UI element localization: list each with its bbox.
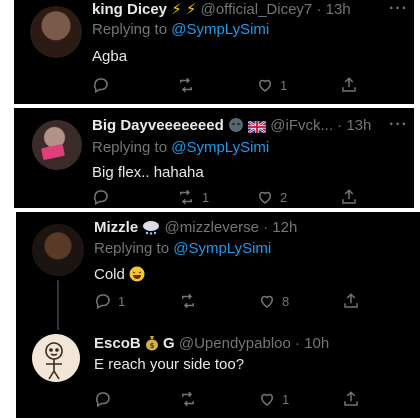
more-options-icon[interactable]: ··· — [389, 116, 408, 134]
avatar[interactable] — [32, 334, 80, 382]
face-emoji-icon — [228, 117, 244, 139]
retweet-button[interactable] — [176, 74, 202, 96]
share-button[interactable] — [342, 388, 360, 410]
reply-icon — [94, 78, 108, 94]
replying-to-link[interactable]: @SympLySimi — [173, 240, 271, 257]
like-count: 1 — [280, 77, 288, 93]
money-bag-icon: $ — [145, 335, 159, 357]
share-icon — [344, 391, 358, 406]
timestamp[interactable]: · 10h — [295, 335, 329, 352]
tweet-mizzle[interactable]: Mizzle @mizzleverse · 12h Replying to @S… — [16, 212, 420, 322]
reply-button[interactable] — [92, 186, 116, 208]
retweet-button[interactable] — [178, 290, 204, 312]
retweet-icon — [182, 293, 194, 309]
svg-text:$: $ — [149, 342, 154, 350]
replying-to: Replying to @SympLySimi — [94, 240, 271, 257]
replying-to: Replying to @SympLySimi — [92, 21, 269, 38]
user-handle[interactable]: @iFvck... — [270, 117, 333, 134]
like-count: 8 — [282, 293, 290, 309]
tweet-actions: 1 8 — [94, 290, 364, 312]
share-button[interactable] — [340, 74, 358, 96]
share-icon — [342, 189, 356, 204]
display-name[interactable]: EscoB $ G — [94, 335, 179, 352]
retweet-icon — [180, 77, 192, 93]
share-icon — [342, 77, 356, 92]
tweet-big-dayveeeeeeed[interactable]: Big Dayveeeeeeed @iFvck... · 13h ··· Rep… — [14, 108, 414, 208]
tweet-panel-1: king Dicey ⚡ ⚡ @official_Dicey7 · 13h ··… — [14, 0, 414, 104]
retweet-count: 1 — [202, 189, 210, 205]
timestamp[interactable]: · 13h — [337, 117, 371, 134]
replying-prefix: Replying to — [92, 21, 168, 38]
reply-count: 1 — [118, 293, 126, 309]
like-button[interactable]: 1 — [256, 74, 287, 96]
heart-icon — [260, 295, 274, 308]
tweet-actions: 1 — [94, 388, 364, 410]
heart-icon — [260, 393, 274, 406]
retweet-icon — [182, 391, 194, 407]
display-name[interactable]: king Dicey — [92, 1, 167, 18]
replying-to-link[interactable]: @SympLySimi — [171, 21, 269, 38]
tweet-panel-2: Big Dayveeeeeeed @iFvck... · 13h ··· Rep… — [14, 108, 414, 208]
heart-icon — [258, 191, 272, 204]
tweet-text: E reach your side too? — [94, 356, 245, 373]
heart-icon — [258, 79, 272, 92]
tweet-header: Big Dayveeeeeeed @iFvck... · 13h — [92, 116, 404, 136]
tweet-text: Big flex.. hahaha — [92, 164, 204, 181]
laughing-emoji-icon — [129, 266, 145, 286]
more-options-icon[interactable]: ··· — [389, 0, 408, 18]
tweet-panel-3: Mizzle @mizzleverse · 12h Replying to @S… — [16, 212, 420, 418]
like-count: 2 — [280, 189, 288, 205]
reply-button[interactable] — [92, 74, 116, 96]
tweet-king-dicey[interactable]: king Dicey ⚡ ⚡ @official_Dicey7 · 13h ··… — [14, 0, 414, 104]
avatar[interactable] — [32, 120, 82, 170]
timestamp[interactable]: · 13h — [316, 1, 350, 18]
display-name[interactable]: Mizzle — [94, 219, 138, 236]
retweet-icon — [180, 189, 192, 205]
reply-button[interactable] — [94, 388, 118, 410]
retweet-button[interactable] — [178, 388, 204, 410]
user-handle[interactable]: @official_Dicey7 — [201, 1, 313, 18]
tweet-text-content: Cold — [94, 266, 125, 283]
replying-to-link[interactable]: @SympLySimi — [171, 139, 269, 156]
tweet-text: Cold — [94, 266, 145, 286]
avatar[interactable] — [32, 224, 84, 276]
like-button[interactable]: 2 — [256, 186, 287, 208]
reply-icon — [96, 294, 110, 310]
tweet-actions: 1 2 — [92, 186, 362, 208]
share-button[interactable] — [340, 186, 358, 208]
reply-icon — [94, 190, 108, 206]
replying-prefix: Replying to — [92, 139, 168, 156]
tweet-header: EscoB $ G @Upendypabloo · 10h — [94, 334, 410, 354]
share-button[interactable] — [342, 290, 360, 312]
user-handle[interactable]: @Upendypabloo — [179, 335, 291, 352]
tweet-text: Agba — [92, 48, 128, 65]
like-button[interactable]: 1 — [258, 388, 289, 410]
display-name-part1: EscoB — [94, 335, 141, 352]
display-name-part2: G — [163, 335, 175, 352]
retweet-button[interactable]: 1 — [176, 186, 209, 208]
tweet-header: Mizzle @mizzleverse · 12h — [94, 218, 410, 238]
share-icon — [344, 293, 358, 308]
tweet-header: king Dicey ⚡ ⚡ @official_Dicey7 · 13h — [92, 0, 404, 20]
user-handle[interactable]: @mizzleverse — [165, 219, 259, 236]
tweet-actions: 1 — [92, 74, 362, 96]
reply-icon — [96, 392, 110, 408]
like-count: 1 — [282, 391, 290, 407]
avatar[interactable] — [30, 6, 82, 58]
timestamp[interactable]: · 12h — [263, 219, 297, 236]
snow-cloud-icon — [142, 219, 160, 241]
lightning-badge-icon: ⚡ ⚡ — [171, 1, 197, 18]
reply-button[interactable]: 1 — [94, 290, 125, 312]
tweet-escob[interactable]: EscoB $ G @Upendypabloo · 10h E reach yo… — [16, 322, 420, 418]
uk-flag-icon — [247, 119, 267, 139]
replying-prefix: Replying to — [94, 240, 170, 257]
replying-to: Replying to @SympLySimi — [92, 139, 269, 156]
like-button[interactable]: 8 — [258, 290, 289, 312]
display-name[interactable]: Big Dayveeeeeeed — [92, 117, 224, 134]
